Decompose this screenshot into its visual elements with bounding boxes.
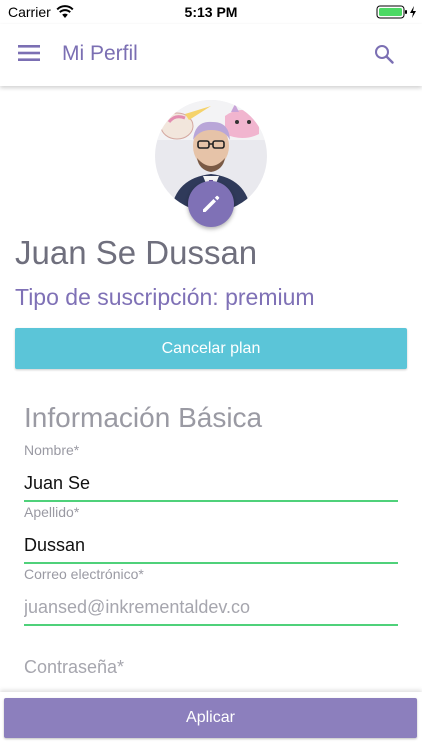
app-bar: Mi Perfil xyxy=(0,24,422,86)
edit-avatar-button[interactable] xyxy=(188,181,234,227)
email-label: Correo electrónico* xyxy=(24,566,144,582)
apply-button[interactable]: Aplicar xyxy=(4,698,417,738)
bottom-action-bar: Aplicar xyxy=(0,692,422,750)
first-name-field[interactable] xyxy=(24,466,398,502)
subscription-type: Tipo de suscripción: premium xyxy=(15,284,315,310)
pencil-icon xyxy=(203,195,220,212)
status-time: 5:13 PM xyxy=(184,4,238,20)
section-title: Información Básica xyxy=(24,402,263,433)
cancel-plan-button[interactable]: Cancelar plan xyxy=(15,328,407,369)
last-name-field[interactable] xyxy=(24,528,398,564)
search-icon[interactable] xyxy=(374,44,394,64)
last-name-label: Apellido* xyxy=(24,504,80,520)
password-field[interactable] xyxy=(24,650,398,686)
battery-icon xyxy=(376,5,416,19)
profile-content[interactable]: Juan Se Dussan Tipo de suscripción: prem… xyxy=(0,86,422,698)
menu-icon[interactable] xyxy=(18,44,40,62)
first-name-label: Nombre* xyxy=(24,442,80,458)
status-bar: Carrier 5:13 PM xyxy=(0,0,422,24)
charging-bolt-icon xyxy=(410,6,416,18)
page-title: Mi Perfil xyxy=(62,42,138,65)
email-field[interactable] xyxy=(24,590,398,626)
profile-name: Juan Se Dussan xyxy=(15,234,258,271)
